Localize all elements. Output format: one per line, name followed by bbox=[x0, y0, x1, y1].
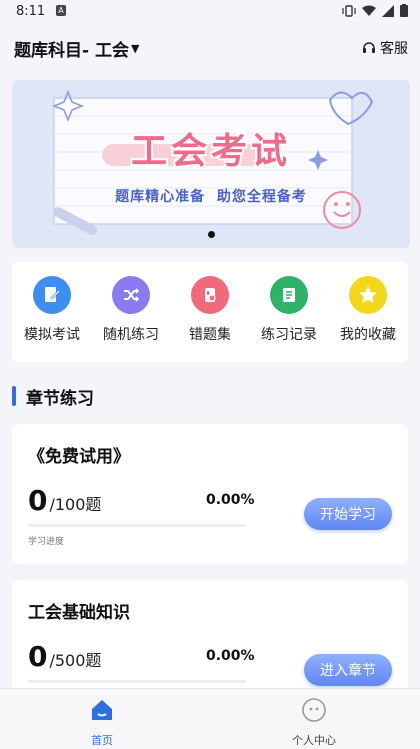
menu-item-mock-exam[interactable]: 模拟考试 bbox=[12, 276, 92, 344]
start-study-button[interactable]: 开始学习 bbox=[304, 498, 392, 530]
record-icon bbox=[270, 276, 308, 314]
progress-bar bbox=[28, 680, 246, 683]
question-count: 0 /100题 bbox=[28, 484, 101, 517]
nav-label: 首页 bbox=[91, 734, 113, 747]
done-count: 0 bbox=[28, 484, 48, 517]
menu-label: 模拟考试 bbox=[24, 327, 80, 343]
nav-item-home[interactable]: 首页 bbox=[62, 697, 142, 748]
status-icons bbox=[342, 4, 408, 17]
notification-icon: A bbox=[56, 5, 66, 16]
question-count: 0 /500题 bbox=[28, 640, 101, 673]
total-count: /100题 bbox=[49, 495, 102, 514]
header: 题库科目- 工会 ▼ 客服 bbox=[0, 24, 420, 70]
signal-icon bbox=[382, 4, 394, 17]
menu-item-wrong-questions[interactable]: 错题集 bbox=[170, 276, 250, 344]
exam-icon bbox=[33, 276, 71, 314]
vibrate-icon bbox=[342, 4, 356, 17]
shuffle-icon bbox=[112, 276, 150, 314]
profile-icon bbox=[302, 698, 326, 722]
progress-percent: 0.00% bbox=[206, 648, 255, 664]
done-count: 0 bbox=[28, 640, 48, 673]
menu-label: 我的收藏 bbox=[340, 327, 396, 343]
menu-item-random-practice[interactable]: 随机练习 bbox=[91, 276, 171, 344]
subject-selector[interactable]: 题库科目- 工会 ▼ bbox=[14, 36, 139, 61]
wrong-questions-icon bbox=[191, 276, 229, 314]
menu-label: 随机练习 bbox=[103, 327, 159, 343]
nav-label: 个人中心 bbox=[292, 734, 336, 747]
menu-label: 练习记录 bbox=[261, 327, 317, 343]
progress-caption: 学习进度 bbox=[28, 537, 65, 547]
star-icon bbox=[349, 276, 387, 314]
chapter-title: 工会基础知识 bbox=[28, 603, 130, 623]
nav-item-profile[interactable]: 个人中心 bbox=[274, 697, 354, 748]
banner-subtitle: 题库精心准备 助您全程备考 bbox=[115, 189, 307, 205]
subject-label: 题库科目- 工会 bbox=[14, 41, 129, 61]
menu-item-practice-record[interactable]: 练习记录 bbox=[249, 276, 329, 344]
carousel-dot[interactable] bbox=[207, 231, 215, 238]
promo-banner[interactable]: 工会考试 题库精心准备 助您全程备考 bbox=[12, 80, 410, 248]
customer-service-label: 客服 bbox=[380, 41, 408, 57]
carousel-indicator[interactable] bbox=[12, 223, 410, 242]
section-accent-bar bbox=[12, 386, 16, 406]
battery-icon bbox=[400, 4, 408, 17]
banner-title: 工会考试 bbox=[130, 131, 291, 172]
home-icon bbox=[92, 700, 112, 720]
section-title-text: 章节练习 bbox=[26, 388, 94, 409]
enter-chapter-button[interactable]: 进入章节 bbox=[304, 654, 392, 686]
wifi-icon bbox=[362, 5, 376, 16]
chapter-title: 《免费试用》 bbox=[28, 447, 130, 467]
headset-icon bbox=[363, 42, 375, 53]
status-time: 8:11 bbox=[16, 4, 46, 19]
menu-label: 错题集 bbox=[189, 327, 231, 343]
bottom-nav: 首页 个人中心 bbox=[0, 688, 420, 749]
customer-service-button[interactable]: 客服 bbox=[362, 38, 408, 58]
caret-down-icon: ▼ bbox=[130, 42, 140, 55]
chapter-card[interactable]: 《免费试用》 0 /100题 0.00% 学习进度 开始学习 bbox=[12, 424, 408, 564]
quick-menu: 模拟考试 随机练习 错题集 练习记录 我的收藏 bbox=[12, 262, 408, 362]
progress-bar bbox=[28, 524, 246, 527]
section-title: 章节练习 bbox=[12, 385, 94, 409]
progress-percent: 0.00% bbox=[206, 492, 255, 508]
menu-item-favorites[interactable]: 我的收藏 bbox=[328, 276, 408, 344]
total-count: /500题 bbox=[49, 651, 102, 670]
status-bar: 8:11 A bbox=[0, 0, 420, 24]
